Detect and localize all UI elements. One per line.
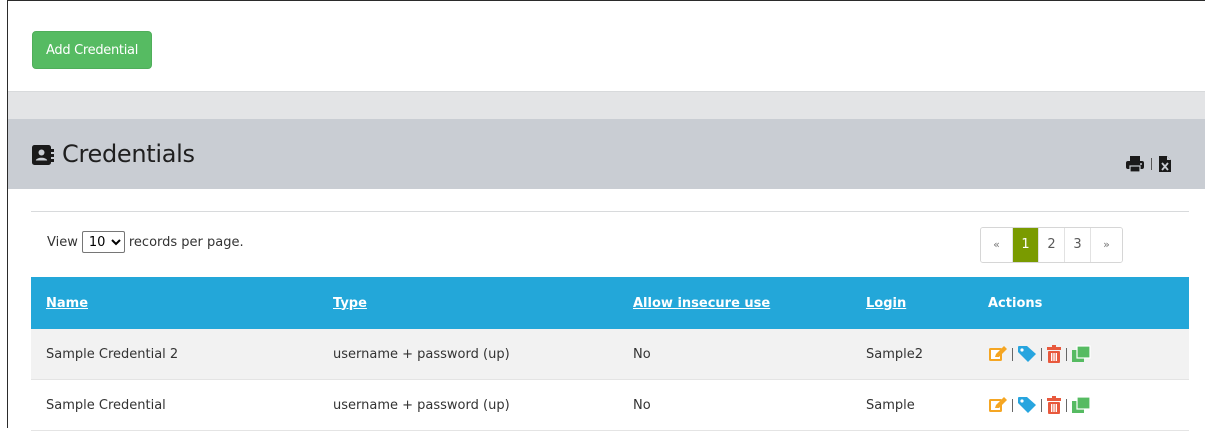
column-header-allow-insecure-use[interactable]: Allow insecure use (618, 277, 851, 329)
table-header-row: Name Type Allow insecure use Login Actio… (31, 277, 1189, 329)
clone-icon[interactable] (1071, 396, 1091, 414)
action-separator (1066, 398, 1067, 412)
pagination-page-1[interactable]: 1 (1013, 228, 1039, 262)
pagination-page-2[interactable]: 2 (1039, 228, 1065, 262)
tag-icon[interactable] (1017, 345, 1037, 363)
table-row: Sample Credential 2 username + password … (31, 329, 1189, 380)
cell-allow-insecure: No (618, 379, 851, 431)
column-header-actions: Actions (973, 277, 1189, 329)
add-credential-button[interactable]: Add Credential (32, 31, 153, 69)
action-separator (1012, 347, 1013, 361)
pagination-next[interactable]: » (1091, 228, 1122, 262)
delete-icon[interactable] (1046, 396, 1062, 414)
column-header-name[interactable]: Name (31, 277, 318, 329)
edit-icon[interactable] (988, 345, 1008, 363)
cell-name: Sample Credential 2 (31, 329, 318, 380)
cell-allow-insecure: No (618, 329, 851, 380)
toolbar: Add Credential (8, 1, 1205, 92)
records-suffix-label: records per page. (128, 234, 244, 250)
action-separator (1041, 347, 1042, 361)
panel-header: Credentials (8, 119, 1205, 189)
edit-icon[interactable] (988, 396, 1008, 414)
cell-login: Sample (851, 379, 973, 431)
tag-icon[interactable] (1017, 396, 1037, 414)
cell-login: Sample2 (851, 329, 973, 380)
credentials-panel-body: View 10 records per page. « 1 2 3 » Name… (8, 189, 1205, 431)
export-tools (1125, 155, 1172, 173)
clone-icon[interactable] (1071, 345, 1091, 363)
delete-icon[interactable] (1046, 345, 1062, 363)
excel-file-icon[interactable] (1158, 155, 1172, 173)
action-separator (1041, 398, 1042, 412)
cell-actions (973, 379, 1189, 431)
records-per-page-select[interactable]: 10 (81, 231, 125, 253)
divider (31, 211, 1189, 212)
action-separator (1012, 398, 1013, 412)
pagination-page-3[interactable]: 3 (1065, 228, 1091, 262)
column-header-type[interactable]: Type (318, 277, 618, 329)
column-header-login[interactable]: Login (851, 277, 973, 329)
pagination: « 1 2 3 » (980, 227, 1123, 263)
print-icon[interactable] (1125, 155, 1145, 173)
cell-type: username + password (up) (318, 379, 618, 431)
cell-name: Sample Credential (31, 379, 318, 431)
table-row: Sample Credential username + password (u… (31, 379, 1189, 431)
cell-actions (973, 329, 1189, 380)
export-separator (1151, 158, 1152, 170)
action-separator (1066, 347, 1067, 361)
row-actions (988, 345, 1189, 363)
credentials-table: Name Type Allow insecure use Login Actio… (31, 277, 1189, 431)
cell-type: username + password (up) (318, 329, 618, 380)
address-book-icon (32, 145, 54, 165)
row-actions (988, 396, 1189, 414)
records-per-page: View 10 records per page. (47, 231, 244, 253)
pagination-prev[interactable]: « (981, 228, 1013, 262)
page-title: Credentials (62, 140, 195, 168)
toolbar-strip (8, 92, 1205, 119)
records-prefix-label: View (47, 234, 78, 250)
